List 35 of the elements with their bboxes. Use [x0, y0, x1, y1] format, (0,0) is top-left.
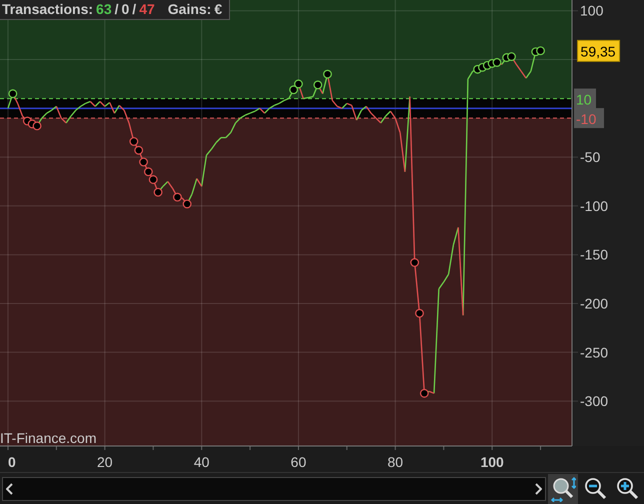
ref-line-label: 10: [576, 92, 592, 108]
level-tag: 10: [574, 88, 596, 109]
axis-label: -100: [580, 198, 608, 214]
summary-value: €: [214, 1, 222, 17]
axis-label: -250: [580, 344, 608, 360]
axis-label: 20: [97, 454, 113, 470]
axis-label: -150: [580, 246, 608, 263]
autoscale-button[interactable]: [548, 474, 578, 504]
axis-label: 60: [290, 454, 306, 470]
win-count: 63: [96, 1, 112, 17]
axis-label: -200: [580, 296, 608, 312]
summary-value: 0: [122, 1, 130, 17]
axis-label: -50: [580, 149, 600, 166]
scrollbar[interactable]: [2, 476, 546, 500]
annotation: 59,35: [580, 43, 616, 60]
summary-label: Transactions:: [2, 1, 94, 17]
axis-label: 40: [194, 454, 210, 470]
zoom-out-icon: [582, 476, 608, 502]
axis-label: 100: [480, 454, 504, 470]
ref-line-label: -10: [576, 111, 596, 128]
separator: /: [132, 1, 136, 17]
zoom-in-icon: [614, 476, 640, 502]
axis-label: 0: [8, 454, 16, 470]
axis-label: 80: [388, 454, 404, 470]
source-label: IT-Finance.com: [0, 430, 96, 446]
value-tag: 59,35: [577, 40, 620, 62]
loss-count: 47: [139, 1, 155, 17]
axis-label: -300: [580, 393, 608, 410]
scroll-left-icon[interactable]: [6, 482, 14, 494]
separator: /: [114, 1, 118, 17]
axis-label: 100: [580, 2, 604, 19]
level-tag: -10: [574, 108, 604, 128]
scroll-right-icon[interactable]: [534, 482, 542, 494]
autoscale-icon: [550, 476, 576, 502]
summary-label: Gains:: [168, 1, 212, 17]
